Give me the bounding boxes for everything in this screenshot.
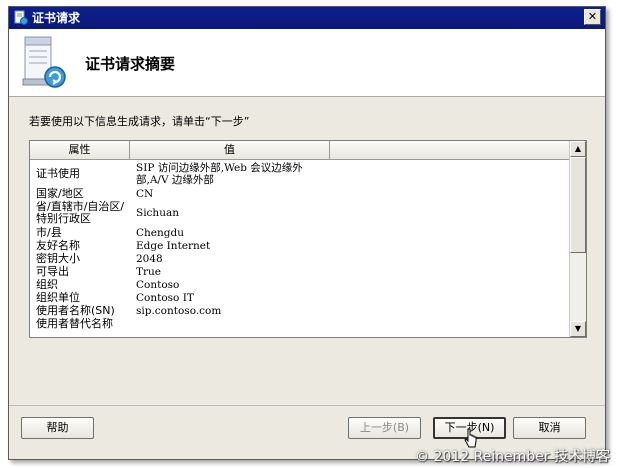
table-row[interactable]: 友好名称 Edge Internet — [30, 239, 570, 252]
attribute-cell: 使用者名称(SN) — [36, 303, 115, 317]
arrow-up-icon: ▲ — [574, 144, 582, 153]
window-title: 证书请求 — [32, 11, 81, 25]
attribute-cell: 密钥大小 — [36, 251, 80, 265]
grid-header: 属性 值 — [30, 141, 570, 160]
watermark: © 2012 Reinember 技术博客 — [415, 449, 610, 465]
value-cell: Chengdu — [136, 226, 184, 239]
arrow-down-icon: ▼ — [574, 324, 582, 333]
table-row[interactable]: 国家/地区 CN — [30, 187, 570, 200]
cancel-button[interactable]: 取消 — [513, 417, 586, 439]
value-cell: SIP 访问边缘外部,Web 会议边缘外部,A/V 边缘外部 — [136, 162, 303, 186]
vertical-scrollbar[interactable]: ▲ ▼ — [569, 141, 586, 337]
summary-grid[interactable]: 属性 值 证书使用 SIP 访问边缘外部,Web 会议边缘外部,A/V 边缘外部… — [29, 140, 587, 338]
value-cell: Contoso — [136, 278, 180, 291]
table-row[interactable]: 密钥大小 2048 — [30, 252, 570, 265]
grid-rows: 证书使用 SIP 访问边缘外部,Web 会议边缘外部,A/V 边缘外部 国家/地… — [30, 161, 570, 330]
back-button[interactable]: 上一步(B) — [348, 417, 421, 439]
help-button[interactable]: 帮助 — [21, 417, 94, 439]
title-bar[interactable]: 证书请求 ✕ — [9, 7, 605, 29]
page-title: 证书请求摘要 — [85, 55, 176, 73]
close-button[interactable]: ✕ — [584, 9, 601, 25]
value-cell: 2048 — [136, 252, 163, 265]
value-cell: Contoso IT — [136, 291, 194, 304]
certificate-icon — [14, 10, 28, 25]
table-row[interactable]: 使用者替代名称 — [30, 317, 570, 330]
value-cell: sip.contoso.com — [136, 304, 222, 317]
table-row[interactable]: 证书使用 SIP 访问边缘外部,Web 会议边缘外部,A/V 边缘外部 — [30, 161, 570, 187]
scroll-up-button[interactable]: ▲ — [570, 141, 586, 157]
value-cell: Sichuan — [136, 207, 179, 219]
table-row[interactable]: 组织单位 Contoso IT — [30, 291, 570, 304]
attribute-cell: 省/直辖市/自治区/特别行政区 — [36, 200, 125, 225]
table-row[interactable]: 使用者名称(SN) sip.contoso.com — [30, 304, 570, 317]
value-cell: True — [136, 265, 161, 278]
table-row[interactable]: 市/县 Chengdu — [30, 226, 570, 239]
table-row[interactable]: 组织 Contoso — [30, 278, 570, 291]
attribute-cell: 市/县 — [36, 225, 62, 239]
attribute-cell: 使用者替代名称 — [36, 316, 113, 330]
column-header-value[interactable]: 值 — [130, 141, 330, 160]
instruction-text: 若要使用以下信息生成请求，请单击“下一步” — [29, 115, 250, 128]
table-row[interactable]: 省/直辖市/自治区/特别行政区 Sichuan — [30, 200, 570, 226]
attribute-cell: 组织 — [36, 277, 58, 291]
attribute-cell: 国家/地区 — [36, 186, 84, 200]
certificate-request-window: 证书请求 ✕ 证书请求摘要 若要使用以下信息生成请求，请单击“下一步” 属性 值 — [8, 6, 606, 460]
certificate-request-icon — [22, 36, 66, 88]
scroll-down-button[interactable]: ▼ — [570, 321, 586, 337]
scroll-thumb[interactable] — [570, 157, 586, 253]
footer-divider — [9, 405, 605, 406]
value-cell: Edge Internet — [136, 239, 211, 252]
value-cell: CN — [136, 187, 154, 200]
column-header-attribute[interactable]: 属性 — [30, 141, 130, 160]
attribute-cell: 友好名称 — [36, 238, 80, 252]
table-row[interactable]: 可导出 True — [30, 265, 570, 278]
attribute-cell: 证书使用 — [36, 167, 80, 180]
column-header-empty — [330, 141, 570, 160]
attribute-cell: 可导出 — [36, 264, 69, 278]
close-icon: ✕ — [587, 10, 598, 23]
attribute-cell: 组织单位 — [36, 290, 80, 304]
header-band: 证书请求摘要 — [9, 29, 605, 97]
